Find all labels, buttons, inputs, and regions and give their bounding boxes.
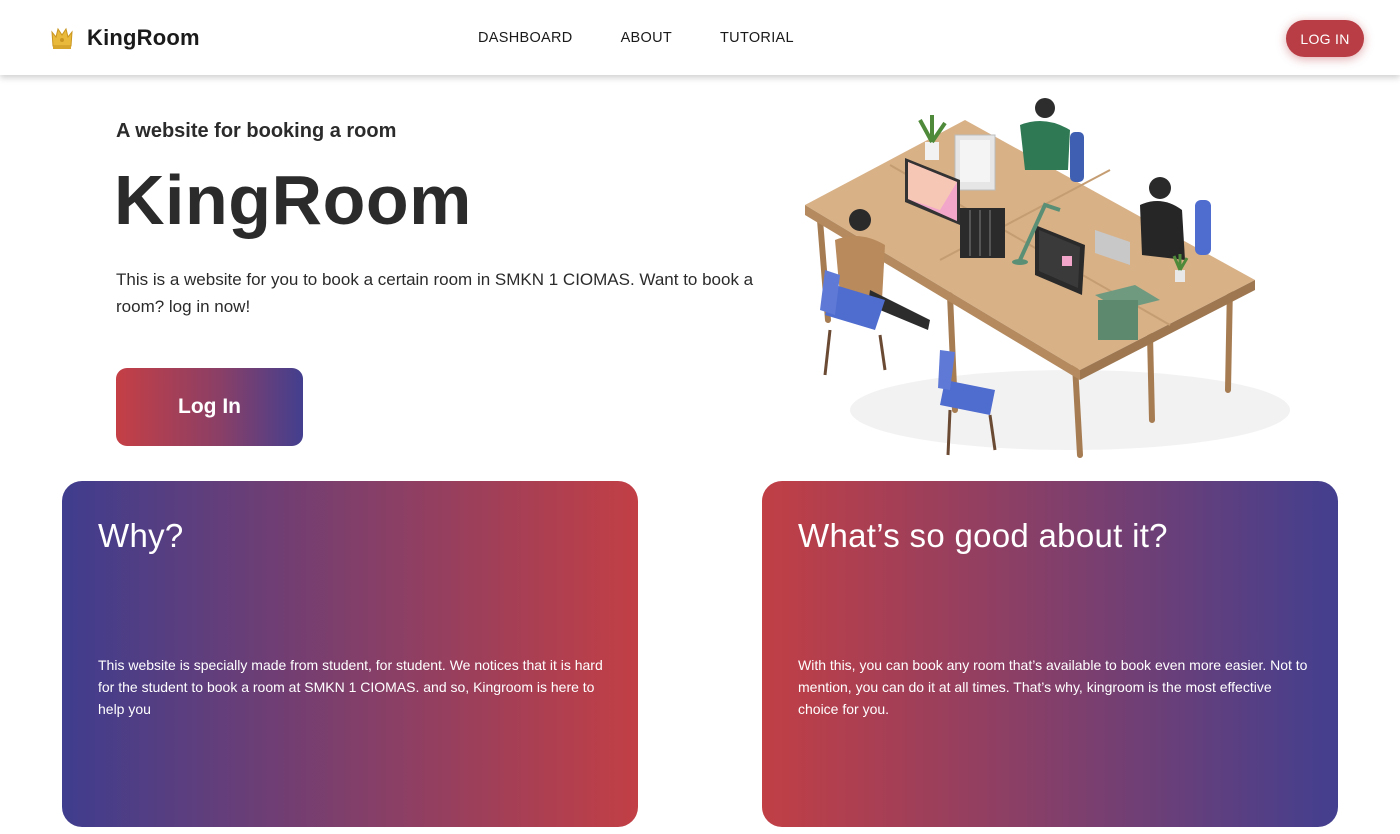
- nav-login-button[interactable]: LOG IN: [1286, 20, 1364, 57]
- brand-name: KingRoom: [87, 25, 200, 50]
- crown-icon: [51, 27, 73, 49]
- benefits-card-text: With this, you can book any room that’s …: [798, 657, 1308, 717]
- hero-title: KingRoom: [114, 161, 472, 239]
- nav-link-dashboard[interactable]: DASHBOARD: [478, 30, 573, 46]
- why-card-title: Why?: [98, 517, 184, 554]
- hero-login-button[interactable]: Log In: [116, 368, 303, 446]
- hero-description: This is a website for you to book a cert…: [116, 270, 754, 316]
- nav-link-about[interactable]: ABOUT: [621, 30, 672, 46]
- brand-logo[interactable]: KingRoom: [50, 24, 200, 52]
- why-card-text: This website is specially made from stud…: [98, 657, 603, 717]
- benefits-card: What’s so good about it? With this, you …: [762, 481, 1338, 827]
- nav-links: DASHBOARD ABOUT TUTORIAL: [478, 30, 842, 46]
- office-illustration: [805, 98, 1290, 458]
- hero-subtitle: A website for booking a room: [116, 120, 397, 142]
- why-card: Why? This website is specially made from…: [62, 481, 638, 827]
- benefits-card-title: What’s so good about it?: [798, 517, 1168, 554]
- navbar: KingRoom DASHBOARD ABOUT TUTORIAL LOG IN: [0, 0, 1400, 75]
- nav-link-tutorial[interactable]: TUTORIAL: [720, 30, 794, 46]
